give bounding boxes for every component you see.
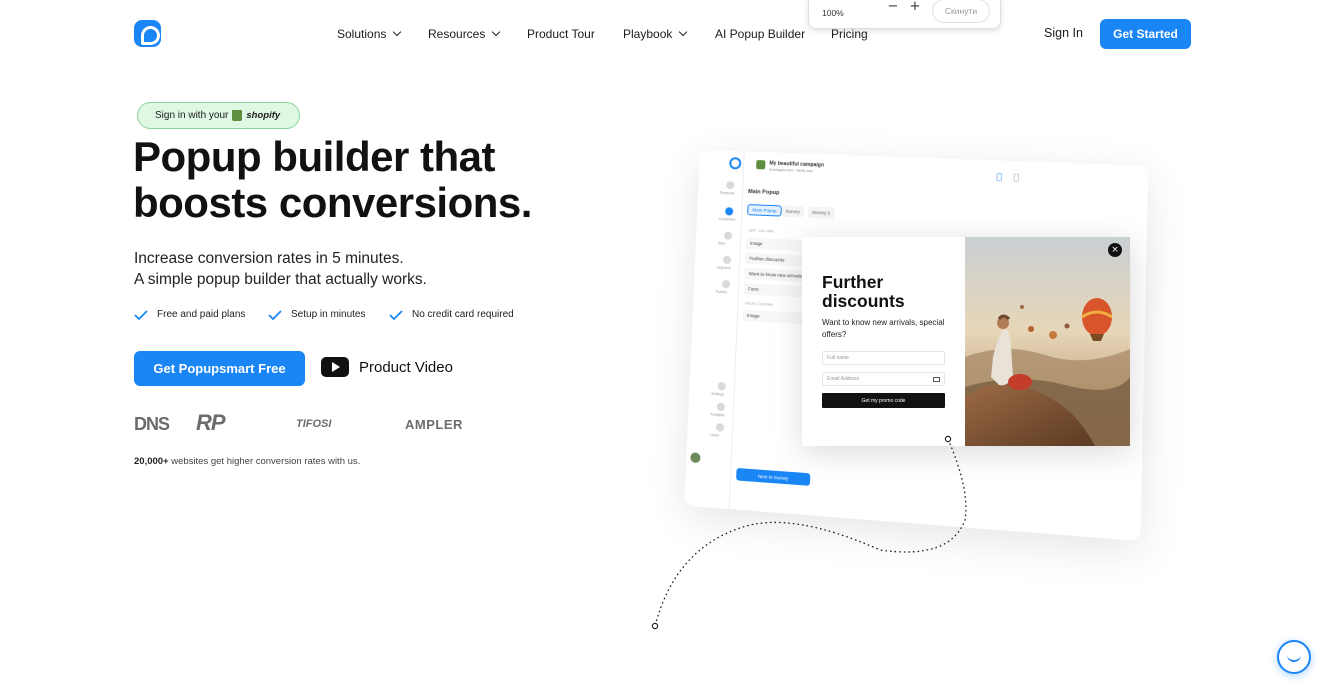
zoom-out-button[interactable]: − bbox=[886, 1, 900, 15]
shopify-wordmark: shopify bbox=[246, 110, 280, 121]
brand-logo-rp: RP bbox=[196, 410, 225, 436]
popup-content: Further discounts Want to know new arriv… bbox=[802, 237, 965, 446]
nav-product-tour[interactable]: Product Tour bbox=[527, 25, 595, 43]
mobile-preview-icon bbox=[1013, 173, 1019, 181]
dotted-connector-line bbox=[640, 430, 980, 640]
product-video-label: Product Video bbox=[359, 359, 453, 376]
get-popupsmart-free-button[interactable]: Get Popupsmart Free bbox=[134, 351, 305, 386]
side-label: Publish bbox=[716, 290, 728, 295]
headline-line-1: Popup builder that bbox=[133, 134, 532, 180]
chat-widget-icon[interactable] bbox=[1277, 640, 1311, 674]
popup-description: Want to know new arrivals, special offer… bbox=[822, 317, 952, 341]
sub-line-1: Increase conversion rates in 5 minutes. bbox=[134, 248, 427, 269]
nav-resources-label: Resources bbox=[428, 27, 485, 41]
stat-number: 20,000+ bbox=[134, 456, 169, 467]
email-placeholder: Email Address bbox=[827, 376, 859, 382]
nav-resources[interactable]: Resources bbox=[428, 25, 499, 43]
nav-solutions-label: Solutions bbox=[337, 27, 386, 41]
desktop-preview-icon bbox=[996, 173, 1002, 181]
get-started-button[interactable]: Get Started bbox=[1100, 19, 1191, 49]
feature-label: Free and paid plans bbox=[157, 309, 245, 320]
feature-item: No credit card required bbox=[389, 309, 514, 320]
popup-title-line-2: discounts bbox=[822, 292, 905, 311]
nav-pricing-label: Pricing bbox=[831, 27, 868, 41]
zoom-level: 100% bbox=[822, 8, 844, 18]
feature-item: Free and paid plans bbox=[134, 309, 245, 320]
checkmark-icon bbox=[134, 310, 148, 320]
promo-code-button: Get my promo code bbox=[822, 393, 945, 408]
popup-preview: Further discounts Want to know new arriv… bbox=[802, 237, 1130, 446]
right-column-label: RIGHT COLUMN bbox=[745, 301, 772, 307]
chevron-down-icon bbox=[393, 28, 401, 36]
feature-label: Setup in minutes bbox=[291, 309, 366, 320]
close-icon: × bbox=[1108, 243, 1122, 257]
chevron-down-icon bbox=[492, 28, 500, 36]
shopify-bag-icon bbox=[756, 160, 765, 169]
zoom-popup: 100% − + Скинути bbox=[808, 0, 1001, 29]
side-label: Segment bbox=[717, 265, 731, 270]
youtube-play-icon bbox=[321, 357, 349, 377]
hero-subheadline: Increase conversion rates in 5 minutes. … bbox=[134, 248, 427, 290]
stat-text: websites get higher conversion rates wit… bbox=[169, 456, 361, 467]
layer-row: Want to know new arrivals, bbox=[744, 268, 805, 282]
sub-line-2: A simple popup builder that actually wor… bbox=[134, 269, 427, 290]
popupsmart-logo[interactable] bbox=[134, 20, 161, 47]
shopify-prefix: Sign in with your bbox=[155, 110, 228, 121]
checkmark-icon bbox=[389, 310, 403, 320]
layer-row: Further discounts bbox=[745, 253, 806, 267]
sign-in-link[interactable]: Sign In bbox=[1044, 26, 1083, 40]
balloon-landscape-image bbox=[965, 237, 1130, 446]
mail-icon bbox=[933, 377, 940, 382]
shopify-bag-icon bbox=[232, 110, 242, 121]
nav-playbook[interactable]: Playbook bbox=[623, 25, 686, 43]
layer-row: Image bbox=[746, 237, 807, 251]
zoom-in-button[interactable]: + bbox=[908, 1, 922, 15]
campaign-subtitle: ecomapps.com · Verify now bbox=[769, 168, 813, 174]
shopify-sign-in-pill[interactable]: Sign in with your shopify bbox=[137, 102, 300, 129]
nav-playbook-label: Playbook bbox=[623, 27, 672, 41]
side-label: Analytics bbox=[710, 412, 724, 417]
side-label: Settings bbox=[711, 392, 724, 397]
side-label: Style bbox=[718, 241, 726, 245]
email-field: Email Address bbox=[822, 372, 945, 386]
side-label: Customize bbox=[719, 217, 736, 222]
layer-row: Form bbox=[744, 283, 805, 297]
tab-main-popup: Main Popup bbox=[747, 204, 782, 217]
layer-row: Image bbox=[743, 310, 804, 325]
headline-line-2: boosts conversions. bbox=[133, 180, 532, 226]
nav-ai-popup-builder-label: AI Popup Builder bbox=[715, 27, 805, 41]
nav-product-tour-label: Product Tour bbox=[527, 27, 595, 41]
checkmark-icon bbox=[268, 310, 282, 320]
social-proof-stat: 20,000+ websites get higher conversion r… bbox=[134, 456, 360, 467]
brand-logo-ampler: AMPLER bbox=[405, 417, 463, 432]
nav-ai-popup-builder[interactable]: AI Popup Builder bbox=[715, 25, 805, 43]
feature-label: No credit card required bbox=[412, 309, 514, 320]
brand-logo-dns: DNS bbox=[134, 414, 169, 435]
tab-survey: Survey bbox=[781, 205, 804, 217]
hero-headline: Popup builder that boosts conversions. bbox=[133, 134, 532, 226]
full-name-field: Full name bbox=[822, 351, 945, 365]
nav-solutions[interactable]: Solutions bbox=[337, 25, 400, 43]
zoom-reset-button[interactable]: Скинути bbox=[932, 0, 990, 23]
landscape-photo-art bbox=[965, 237, 1130, 446]
tab-survey-2: Survey 2 bbox=[808, 207, 835, 219]
popup-title-line-1: Further bbox=[822, 273, 905, 292]
feature-item: Setup in minutes bbox=[268, 309, 366, 320]
popup-title: Further discounts bbox=[822, 273, 905, 311]
brand-logo-tifosi: TIFOSI bbox=[296, 418, 331, 430]
product-video-link[interactable]: Product Video bbox=[321, 357, 453, 377]
side-label: Playbook bbox=[720, 191, 735, 196]
chevron-down-icon bbox=[679, 28, 687, 36]
left-column-label: LEFT COLUMN bbox=[748, 228, 773, 233]
panel-title: Main Popup bbox=[748, 189, 780, 196]
